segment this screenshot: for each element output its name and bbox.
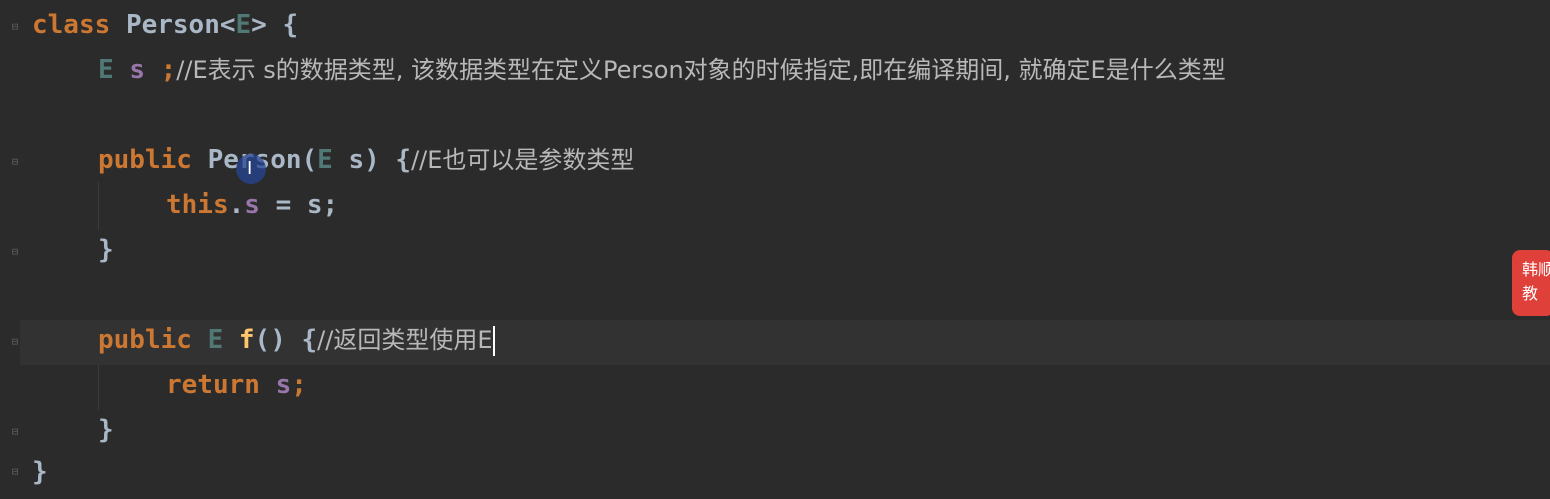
keyword: class	[32, 10, 111, 40]
code-line-9[interactable]: }	[32, 450, 48, 495]
fold-marker-icon[interactable]: ⊟	[8, 20, 22, 34]
code-line-3[interactable]: public Person(E s) {//E也可以是参数类型	[98, 138, 634, 183]
fold-marker-icon[interactable]: ⊟	[8, 155, 22, 169]
indent-guide	[98, 362, 99, 410]
code-token: (	[301, 145, 318, 175]
fold-end-icon[interactable]: ⊟	[8, 465, 22, 479]
code-token: s) {	[332, 145, 412, 175]
code-token: .	[228, 190, 245, 220]
indent-guide	[98, 182, 99, 230]
code-line-5[interactable]: }	[98, 228, 114, 273]
code-line-7[interactable]: return s;	[166, 363, 307, 408]
code-comment: //E表示 s的数据类型, 该数据类型在定义Person对象的时候指定,即在编译…	[176, 56, 1226, 84]
keyword: public	[98, 325, 192, 355]
type-parameter: E	[317, 145, 333, 175]
keyword: public	[98, 145, 192, 175]
field-name: s	[275, 370, 292, 400]
closing-brace: }	[98, 235, 114, 265]
method-name: f	[238, 325, 255, 355]
fold-end-icon[interactable]: ⊟	[8, 245, 22, 259]
badge-text: 教	[1522, 284, 1539, 303]
badge-text: 韩顺	[1522, 260, 1550, 279]
closing-brace: }	[98, 415, 114, 445]
text-caret	[492, 325, 495, 356]
code-token: () {	[254, 325, 318, 355]
code-token: ;	[291, 370, 307, 400]
code-comment: //返回类型使用E	[317, 326, 493, 354]
code-token: = s;	[259, 190, 339, 220]
keyword: this	[166, 190, 229, 220]
type-parameter: E	[98, 55, 114, 85]
text-cursor-icon: I	[247, 158, 253, 179]
code-line-4[interactable]: this.s = s;	[166, 183, 338, 228]
watermark-badge: 韩顺教	[1512, 250, 1550, 316]
fold-end-icon[interactable]: ⊟	[8, 425, 22, 439]
keyword: return	[166, 370, 260, 400]
field-name: s	[129, 55, 145, 85]
code-token: ;	[160, 55, 177, 85]
code-editor[interactable]: ⊟ ⊟ ⊟ ⊟ ⊟ ⊟ class Person<E> { E s ;//E表示…	[0, 0, 1550, 499]
type-parameter: E	[207, 325, 224, 355]
code-line-1[interactable]: class Person<E> {	[32, 3, 298, 48]
code-comment: //E也可以是参数类型	[411, 146, 635, 174]
code-line-2[interactable]: E s ;//E表示 s的数据类型, 该数据类型在定义Person对象的时候指定…	[98, 48, 1226, 93]
field-name: s	[244, 190, 260, 220]
editor-gutter: ⊟ ⊟ ⊟ ⊟ ⊟ ⊟	[0, 0, 32, 499]
code-token: > {	[251, 10, 299, 40]
class-name: Person	[125, 10, 220, 40]
type-parameter: E	[235, 10, 252, 40]
code-line-6[interactable]: public E f() {//返回类型使用E	[98, 318, 495, 363]
closing-brace: }	[32, 457, 48, 487]
code-line-8[interactable]: }	[98, 408, 114, 453]
code-token: <	[219, 10, 236, 40]
